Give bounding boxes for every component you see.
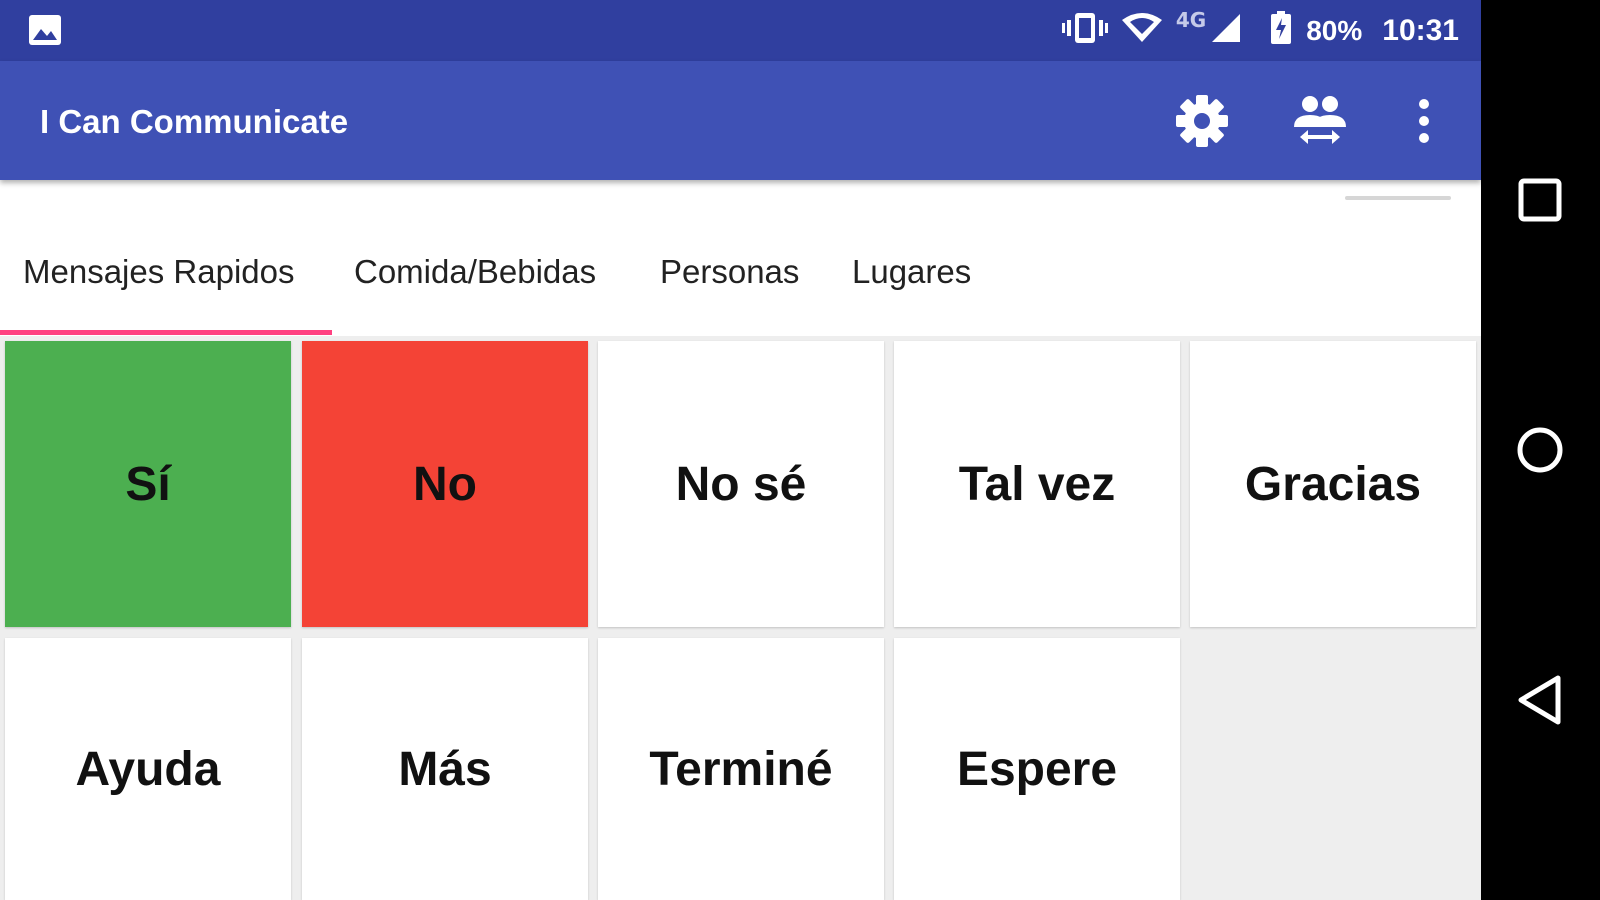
- signal-icon: [1210, 12, 1242, 49]
- phrase-tile-espere[interactable]: Espere: [894, 638, 1180, 900]
- phrase-tile-label: Ayuda: [75, 742, 221, 796]
- phrase-tile-label: Terminé: [649, 742, 833, 796]
- system-nav-bar: [1481, 0, 1600, 900]
- phrase-tile-termine[interactable]: Terminé: [598, 638, 884, 900]
- more-vert-icon[interactable]: [1394, 89, 1454, 153]
- tab-lugares[interactable]: Lugares: [852, 242, 971, 302]
- tab-personas[interactable]: Personas: [660, 242, 799, 302]
- category-tabs: Mensajes Rapidos Comida/Bebidas Personas…: [0, 180, 1481, 336]
- phrase-tile-tal-vez[interactable]: Tal vez: [894, 341, 1180, 627]
- vibrate-icon: [1061, 11, 1108, 50]
- status-bar: 4G 80% 10:31: [0, 0, 1481, 61]
- phrase-tile-label: No sé: [675, 457, 807, 511]
- battery-charging-icon: [1270, 11, 1292, 50]
- settings-icon[interactable]: [1170, 89, 1234, 153]
- tab-comida-bebidas[interactable]: Comida/Bebidas: [354, 242, 596, 302]
- back-icon[interactable]: [1500, 660, 1580, 740]
- app-window: 4G 80% 10:31 I Can Communicate Mensajes …: [0, 0, 1481, 900]
- phrase-tile-label: No: [413, 457, 477, 511]
- phrase-grid: Sí No No sé Tal vez Gracias Ayuda Más Te…: [0, 336, 1481, 900]
- phrase-tile-no[interactable]: No: [302, 341, 588, 627]
- phrase-tile-mas[interactable]: Más: [302, 638, 588, 900]
- phrase-tile-ayuda[interactable]: Ayuda: [5, 638, 291, 900]
- phrase-tile-no-se[interactable]: No sé: [598, 341, 884, 627]
- tab-mensajes-rapidos[interactable]: Mensajes Rapidos: [23, 242, 294, 302]
- selected-tab-indicator: [0, 330, 332, 335]
- phrase-tile-label: Sí: [125, 457, 171, 511]
- battery-percent: 80%: [1306, 14, 1363, 46]
- phrase-tile-label: Más: [398, 742, 492, 796]
- image-icon: [28, 14, 62, 51]
- app-title: I Can Communicate: [40, 103, 349, 140]
- recents-icon[interactable]: [1500, 160, 1580, 240]
- clock: 10:31: [1382, 13, 1459, 47]
- phrase-tile-label: Tal vez: [958, 457, 1116, 511]
- app-bar: I Can Communicate: [0, 61, 1481, 180]
- phrase-tile-label: Espere: [956, 742, 1118, 796]
- switch-user-icon[interactable]: [1288, 89, 1352, 153]
- wifi-icon: [1121, 12, 1162, 49]
- phrase-tile-si[interactable]: Sí: [5, 341, 291, 627]
- phrase-tile-label: Gracias: [1244, 457, 1422, 511]
- phrase-tile-gracias[interactable]: Gracias: [1190, 341, 1476, 627]
- tab-scroll-indicator: [1345, 196, 1451, 200]
- network-type-label: 4G: [1175, 7, 1207, 32]
- home-icon[interactable]: [1500, 410, 1580, 490]
